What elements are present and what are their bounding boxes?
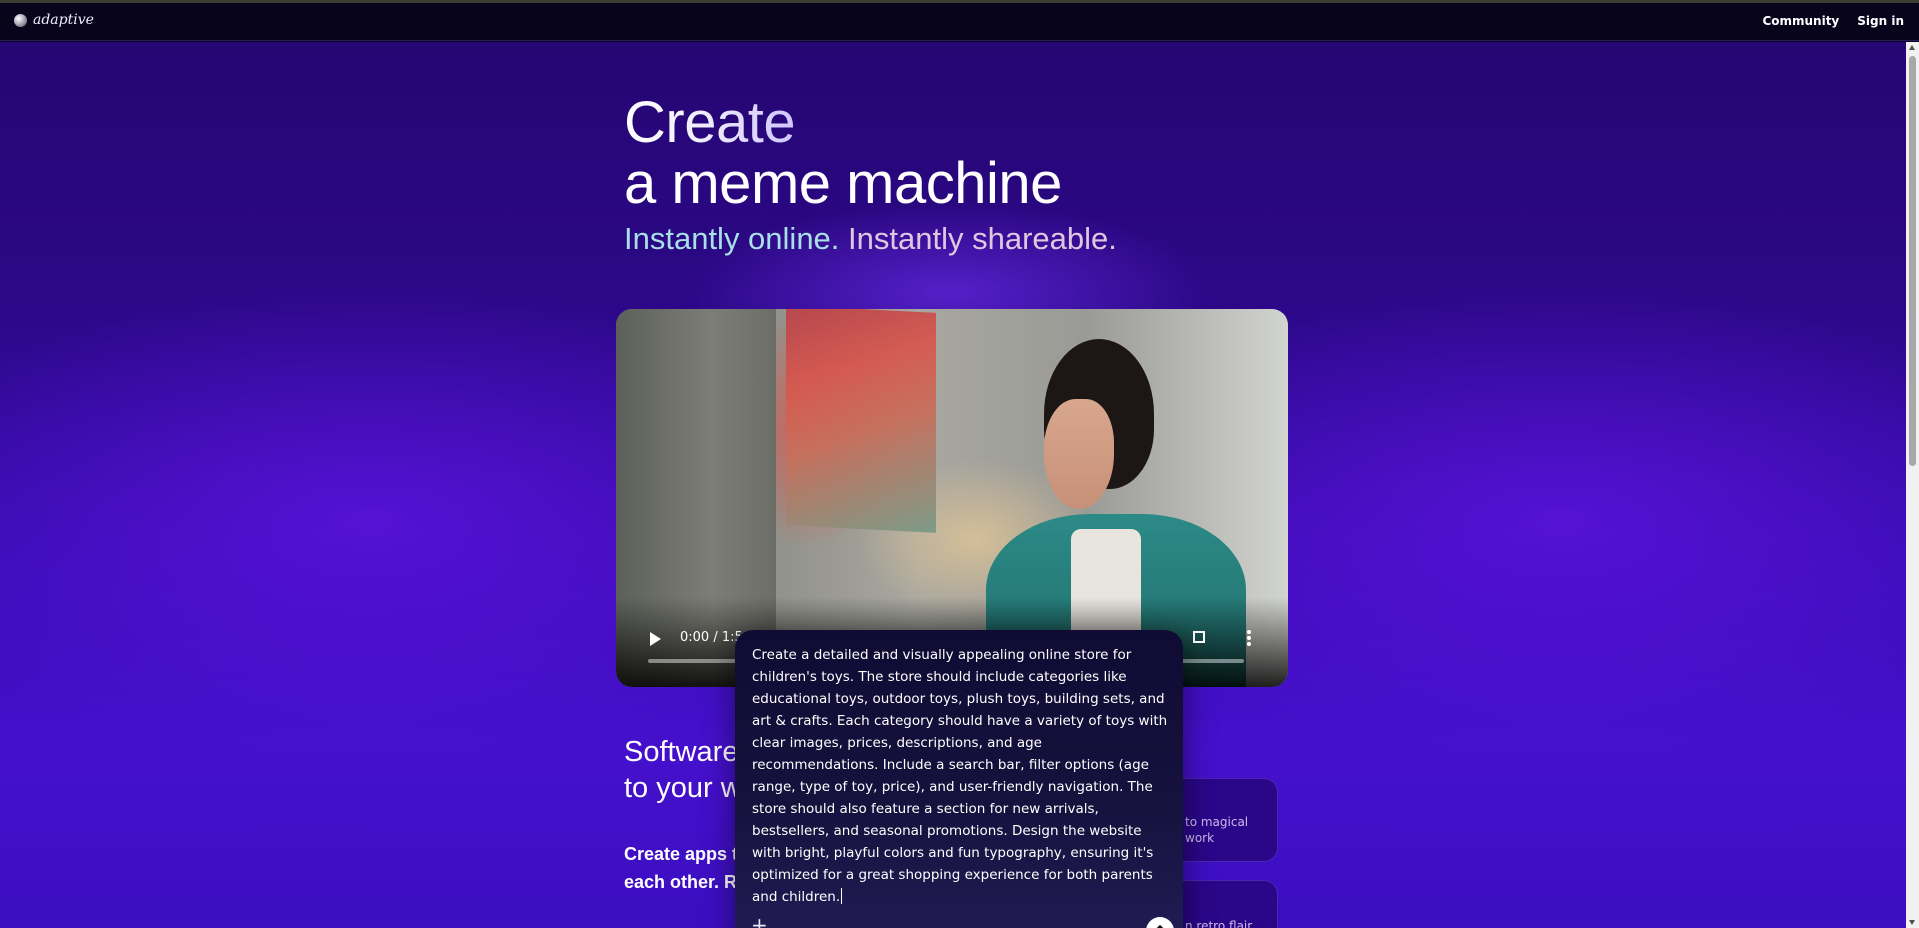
hero-title-line-1: Create bbox=[624, 90, 796, 155]
prompt-text: Create a detailed and visually appealing… bbox=[752, 647, 1172, 905]
prompt-input[interactable]: Create a detailed and visually appealing… bbox=[752, 644, 1172, 908]
video-scene-painting bbox=[786, 309, 936, 533]
example-card-line-1: n retro flair bbox=[1185, 919, 1253, 928]
example-card-line-1: to magical bbox=[1185, 815, 1249, 829]
section-body: Create apps th each other. Re bbox=[624, 840, 749, 896]
sign-in-link[interactable]: Sign in bbox=[1857, 14, 1904, 28]
hero-title: Create a meme machine bbox=[624, 92, 1062, 214]
brand-logo[interactable]: adaptive bbox=[14, 12, 94, 28]
prompt-box: Create a detailed and visually appealing… bbox=[735, 630, 1183, 928]
video-person-face bbox=[1044, 399, 1114, 509]
hero-title-line-2: a meme machine bbox=[624, 151, 1062, 216]
section-body-line-1: Create apps th bbox=[624, 844, 750, 864]
section-title-line-1: Software bbox=[624, 736, 739, 768]
send-button[interactable] bbox=[1146, 917, 1174, 928]
brand-name: adaptive bbox=[33, 12, 94, 28]
page-scrollbar[interactable] bbox=[1906, 42, 1919, 928]
example-card-line-2: work bbox=[1185, 831, 1215, 845]
section-body-line-2: each other. Re bbox=[624, 872, 748, 892]
top-navbar: adaptive Community Sign in bbox=[0, 3, 1919, 41]
scroll-up-icon[interactable] bbox=[1909, 45, 1915, 50]
hero-subtitle-part-2: Instantly shareable. bbox=[848, 221, 1117, 256]
hero-subtitle-part-1: Instantly online. bbox=[624, 221, 840, 256]
more-vertical-icon[interactable] bbox=[1247, 630, 1251, 646]
plus-icon[interactable]: + bbox=[751, 915, 768, 928]
community-link[interactable]: Community bbox=[1762, 14, 1839, 28]
section-title-line-2: to your w bbox=[624, 772, 742, 804]
video-time: 0:00 / 1:5 bbox=[680, 630, 743, 645]
adaptive-logo-icon bbox=[14, 13, 27, 27]
arrow-up-icon bbox=[1156, 925, 1164, 928]
scrollbar-thumb[interactable] bbox=[1909, 56, 1916, 466]
hero-subtitle: Instantly online. Instantly shareable. bbox=[624, 221, 1117, 257]
section-title: Software to your w bbox=[624, 734, 742, 806]
nav-links: Community Sign in bbox=[1762, 14, 1904, 28]
main-page: Create a meme machine Instantly online. … bbox=[0, 42, 1906, 928]
text-caret bbox=[841, 888, 843, 904]
fullscreen-icon[interactable] bbox=[1193, 631, 1205, 643]
scroll-down-icon[interactable] bbox=[1909, 920, 1915, 925]
play-icon[interactable] bbox=[650, 632, 661, 646]
